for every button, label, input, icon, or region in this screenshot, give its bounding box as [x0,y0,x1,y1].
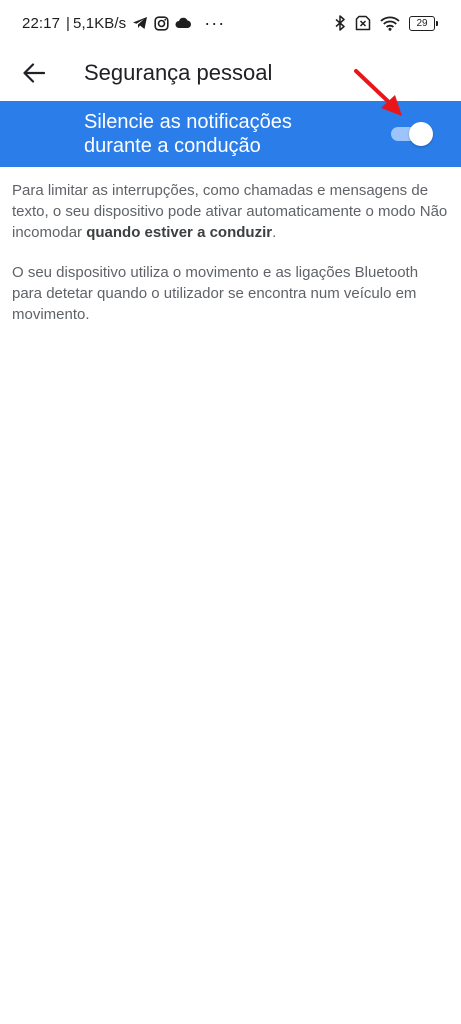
page-title: Segurança pessoal [84,60,273,85]
instagram-icon [154,15,169,31]
bluetooth-icon [335,15,346,31]
sim-disabled-icon [355,15,371,31]
description-paragraph-2: O seu dispositivo utiliza o movimento e … [12,264,419,323]
description-paragraph-1: Para limitar as interrupções, como chama… [12,180,452,243]
status-bar: 22:17 | 5,1KB/s ··· 29 [0,0,461,46]
status-right: 29 [326,15,438,31]
telegram-icon [132,16,148,30]
description: Para limitar as interrupções, como chama… [12,180,452,344]
switch-thumb [409,122,433,146]
status-more-dots: ··· [204,13,226,33]
description-text-1-end: . [272,224,277,241]
app-bar: Segurança pessoal [0,46,461,100]
driving-notification-toggle-row[interactable]: Silencie as notificações durante a condu… [0,101,461,167]
toggle-label: Silencie as notificações durante a condu… [84,111,292,157]
wifi-icon [380,16,400,31]
back-button[interactable] [10,49,58,97]
battery-icon: 29 [409,15,438,31]
status-net-speed: 5,1KB/s [73,14,127,32]
status-left: 22:17 | 5,1KB/s ··· [22,13,231,33]
status-separator: | [66,14,71,32]
silence-notifications-switch[interactable] [391,121,433,147]
description-bold-text: quando estiver a conduzir [86,224,273,241]
cloud-icon [175,17,192,29]
back-arrow-icon [23,63,45,83]
status-time: 22:17 [22,14,61,32]
